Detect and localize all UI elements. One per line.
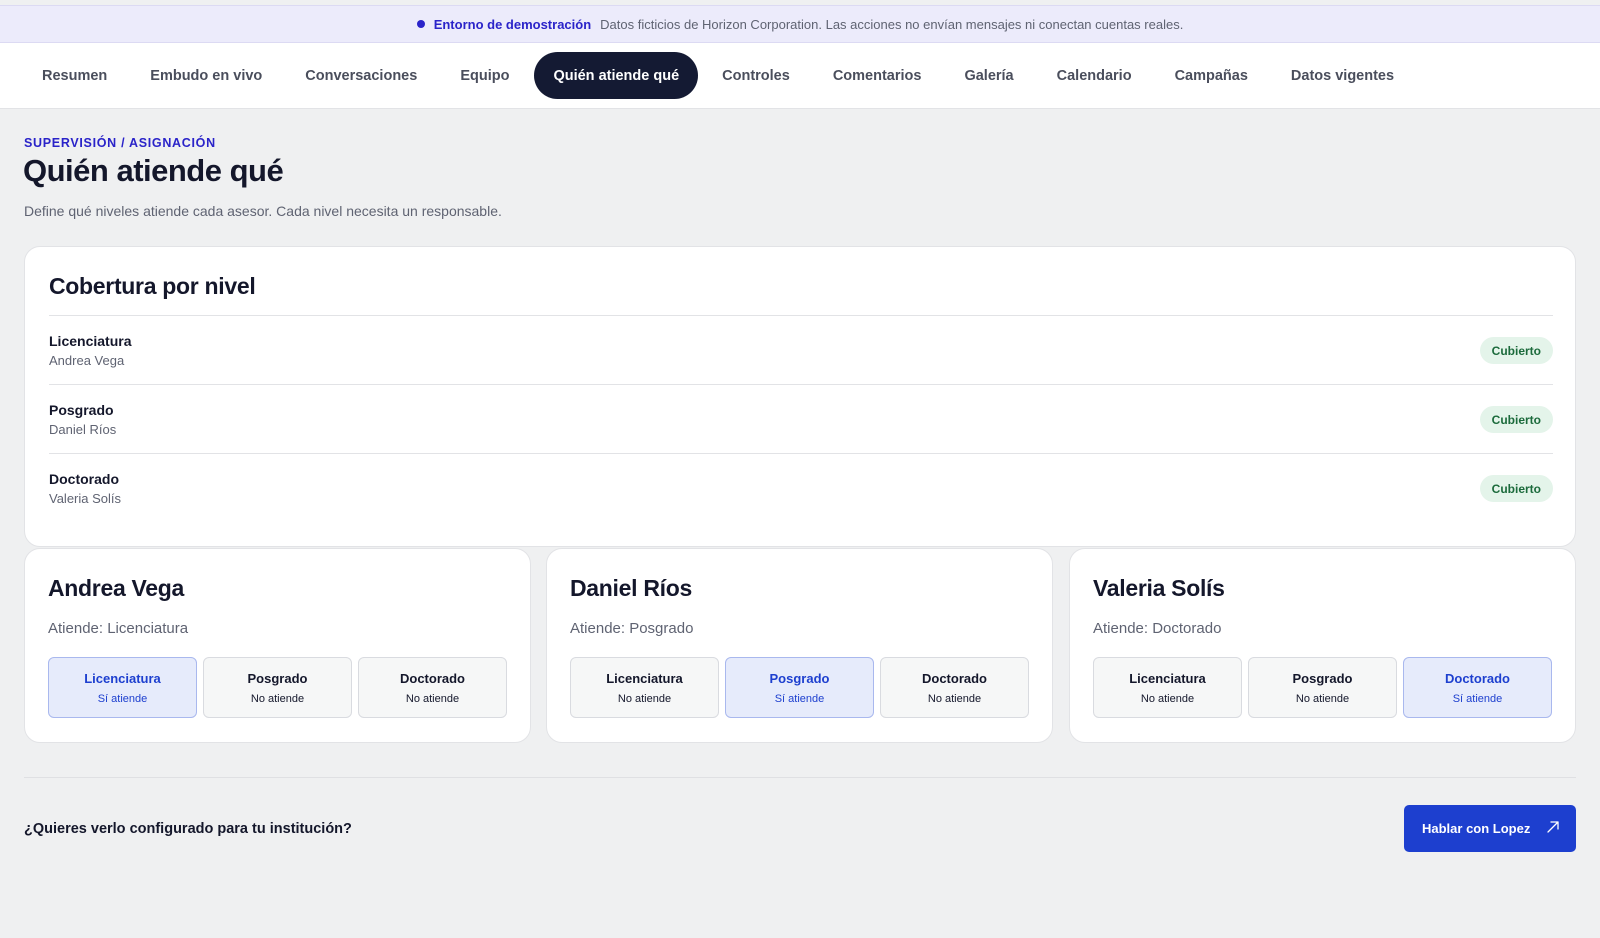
level-toggle-label: Doctorado (1445, 670, 1510, 686)
status-badge: Cubierto (1479, 475, 1553, 502)
level-toggle-state: Sí atiende (774, 692, 825, 705)
talk-to-lopez-button[interactable]: Hablar con Lopez (1404, 805, 1576, 852)
page-description: Define qué niveles atiende cada asesor. … (24, 203, 502, 219)
tab-resumen[interactable]: Resumen (21, 52, 128, 99)
coverage-level: Doctorado (49, 471, 119, 487)
cta-button-label: Hablar con Lopez (1422, 821, 1531, 836)
advisor-name: Daniel Ríos (570, 575, 692, 601)
cta-question: ¿Quieres verlo configurado para tu insti… (24, 821, 352, 837)
level-toggle-state: No atiende (405, 692, 460, 705)
advisor-attends: Atiende: Licenciatura (48, 620, 189, 637)
coverage-card: Cobertura por nivel Licenciatura Andrea … (24, 246, 1576, 547)
level-toggle-label: Licenciatura (84, 670, 161, 686)
level-toggle-label: Posgrado (769, 670, 830, 686)
level-toggle-state: Sí atiende (1452, 692, 1503, 705)
level-toggle-doctorado[interactable]: Doctorado No atiende (358, 657, 507, 718)
arrow-up-right-icon (1547, 821, 1559, 833)
advisor-card-andrea-vega: Andrea Vega Atiende: Licenciatura Licenc… (24, 548, 531, 743)
advisor-attends: Atiende: Doctorado (1093, 620, 1222, 637)
coverage-level: Licenciatura (49, 333, 132, 349)
coverage-person: Andrea Vega (49, 353, 125, 368)
level-toggle-label: Licenciatura (606, 670, 683, 686)
top-navigation: Resumen Embudo en vivo Conversaciones Eq… (0, 43, 1600, 109)
level-toggle-label: Licenciatura (1129, 670, 1206, 686)
coverage-person: Valeria Solís (49, 491, 122, 506)
demo-banner-text: Datos ficticios de Horizon Corporation. … (600, 16, 1184, 32)
demo-banner-label: Entorno de demostración (433, 16, 592, 32)
tab-quien-atiende-que[interactable]: Quién atiende qué (534, 52, 699, 99)
coverage-title: Cobertura por nivel (49, 273, 256, 299)
tab-equipo[interactable]: Equipo (439, 52, 530, 99)
coverage-person: Daniel Ríos (49, 422, 117, 437)
level-toggle-state: No atiende (250, 692, 305, 705)
tab-calendario[interactable]: Calendario (1036, 52, 1153, 99)
breadcrumb: SUPERVISIÓN / ASIGNACIÓN (24, 136, 216, 150)
level-toggle-state: No atiende (1295, 692, 1350, 705)
level-toggle-licenciatura[interactable]: Licenciatura No atiende (570, 657, 719, 718)
tab-comentarios[interactable]: Comentarios (812, 52, 943, 99)
level-toggle-doctorado[interactable]: Doctorado No atiende (880, 657, 1029, 718)
level-toggle-posgrado[interactable]: Posgrado No atiende (203, 657, 352, 718)
tab-galeria[interactable]: Galería (943, 52, 1034, 99)
level-toggle-licenciatura[interactable]: Licenciatura No atiende (1093, 657, 1242, 718)
level-toggle-state: Sí atiende (97, 692, 148, 705)
level-toggle-posgrado[interactable]: Posgrado Sí atiende (725, 657, 874, 718)
tab-conversaciones[interactable]: Conversaciones (284, 52, 438, 99)
status-dot-icon (416, 20, 425, 28)
level-toggle-state: No atiende (1140, 692, 1195, 705)
advisor-card-daniel-rios: Daniel Ríos Atiende: Posgrado Licenciatu… (546, 548, 1053, 743)
status-badge: Cubierto (1479, 406, 1553, 433)
coverage-row: Posgrado Daniel Ríos Cubierto (49, 384, 1553, 453)
tab-datos-vigentes[interactable]: Datos vigentes (1270, 52, 1415, 99)
level-toggle-licenciatura[interactable]: Licenciatura Sí atiende (48, 657, 197, 718)
section-divider (24, 777, 1576, 778)
coverage-row: Doctorado Valeria Solís Cubierto (49, 453, 1553, 522)
status-badge: Cubierto (1479, 337, 1553, 364)
page-title: Quién atiende qué (23, 153, 284, 188)
coverage-row: Licenciatura Andrea Vega Cubierto (49, 315, 1553, 384)
advisor-attends: Atiende: Posgrado (570, 620, 694, 637)
level-toggle-state: No atiende (927, 692, 982, 705)
tab-embudo-en-vivo[interactable]: Embudo en vivo (129, 52, 283, 99)
advisor-name: Valeria Solís (1093, 575, 1225, 601)
level-toggle-label: Doctorado (400, 670, 465, 686)
coverage-level: Posgrado (49, 402, 114, 418)
level-toggle-doctorado[interactable]: Doctorado Sí atiende (1403, 657, 1552, 718)
tab-campanas[interactable]: Campañas (1154, 52, 1269, 99)
level-toggle-label: Posgrado (1292, 670, 1353, 686)
advisor-card-valeria-solis: Valeria Solís Atiende: Doctorado Licenci… (1069, 548, 1576, 743)
level-toggle-posgrado[interactable]: Posgrado No atiende (1248, 657, 1397, 718)
level-toggle-label: Posgrado (247, 670, 308, 686)
demo-banner: Entorno de demostración Datos ficticios … (0, 5, 1600, 43)
level-toggle-state: No atiende (617, 692, 672, 705)
tab-controles[interactable]: Controles (701, 52, 811, 99)
advisor-name: Andrea Vega (48, 575, 185, 601)
level-toggle-label: Doctorado (922, 670, 987, 686)
